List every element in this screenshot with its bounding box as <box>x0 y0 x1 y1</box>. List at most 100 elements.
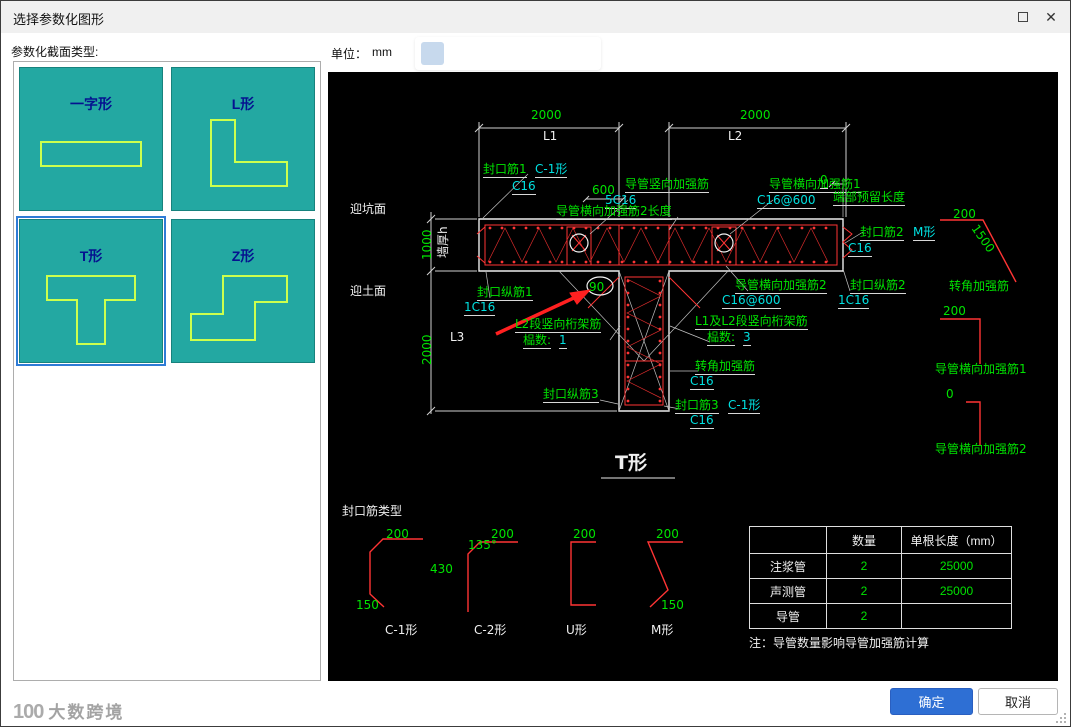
cad-annotation: L1 <box>543 129 558 143</box>
table-cell: 导管 <box>749 603 827 629</box>
cad-annotation: C16@600 <box>722 293 781 309</box>
section-tile-l-xing[interactable]: L形 <box>171 67 315 211</box>
cad-annotation: 135° <box>468 538 497 552</box>
cad-annotation: 1 <box>559 333 567 349</box>
cad-annotation: 转角加强筋 <box>949 279 1010 293</box>
watermark-logo: 100 <box>13 701 44 723</box>
cad-annotation: 导管横向加强筋2 <box>935 442 1027 456</box>
cad-annotation: 200 <box>656 527 679 541</box>
faded-toast-overlay <box>415 37 601 70</box>
window-title: 选择参数化图形 <box>13 12 105 27</box>
cad-annotation: 封口筋1 <box>483 162 527 178</box>
table-cell: 25000 <box>901 553 1012 579</box>
table-header: 单根长度（mm） <box>901 526 1012 554</box>
cad-canvas: 2000 L1 2000 L2 迎坑面 迎土面 1000 墙厚h 2000 L3 封口筋1 C-1形 C… <box>328 72 1058 681</box>
close-button[interactable]: ✕ <box>1037 1 1065 33</box>
cad-annotation: 端部预留长度 <box>833 190 906 206</box>
table-note: 注：导管数量影响导管加强筋计算 <box>749 636 930 650</box>
dialog-window: 选择参数化图形 ✕ 参数化截面类型: 一字形 L形 T形 Z形 单位： mm 2… <box>0 0 1071 727</box>
cad-annotation: L2 <box>728 129 743 143</box>
cad-annotation: L2段竖向桁架筋 <box>515 317 602 333</box>
section-tile-grid: 一字形 L形 T形 Z形 <box>16 67 315 366</box>
cad-annotation: 导管横向加强筋2长度 <box>556 204 672 220</box>
cad-annotation: 转角加强筋 <box>695 359 756 375</box>
table-cell: 2 <box>826 553 902 579</box>
cad-annotation: M形 <box>651 623 674 637</box>
cad-annotation: 2000 <box>531 108 562 122</box>
table-cell: 25000 <box>901 578 1012 604</box>
cad-annotation: C-1形 <box>535 162 568 178</box>
table-cell: 2 <box>826 603 902 629</box>
section-type-label: 参数化截面类型: <box>11 45 99 59</box>
maximize-button[interactable] <box>1009 1 1037 33</box>
cad-annotation: C16@600 <box>757 193 816 209</box>
section-type-panel: 一字形 L形 T形 Z形 <box>13 61 321 681</box>
cad-annotation: 导管横向加强筋2 <box>735 278 827 294</box>
cad-annotation: 150 <box>661 598 684 612</box>
cad-annotation: 0 <box>820 173 828 189</box>
table-cell: 注浆管 <box>749 553 827 579</box>
cad-annotation: 封口纵筋2 <box>850 278 906 294</box>
cad-annotation: 榀数: <box>707 330 736 346</box>
section-tile-yi-zi-xing[interactable]: 一字形 <box>19 67 163 211</box>
tile-label: Z形 <box>231 248 255 264</box>
cad-annotation: L1及L2段竖向桁架筋 <box>695 314 808 330</box>
cad-annotation: C-1形 <box>385 623 418 637</box>
tile-label: T形 <box>79 248 103 264</box>
watermark: 100 大数跨境 <box>13 698 124 724</box>
resize-grip[interactable] <box>1056 713 1067 724</box>
tile-shape-icon <box>46 275 136 345</box>
table-cell: 声测管 <box>749 578 827 604</box>
cad-annotation: 迎土面 <box>350 284 387 298</box>
cad-annotation: 3 <box>743 330 751 346</box>
cad-annotation: 200 <box>386 527 409 541</box>
table-row: 声测管 2 25000 <box>749 578 1012 604</box>
cad-annotation: 1C16 <box>838 293 870 309</box>
tile-shape-icon <box>40 141 142 167</box>
cad-annotation: C16 <box>848 241 872 257</box>
tile-shape-icon <box>190 275 288 341</box>
cad-annotation: 0 <box>946 387 954 401</box>
cad-annotation: 导管横向加强筋1 <box>935 362 1027 376</box>
cad-annotation: L3 <box>450 330 465 344</box>
cad-annotation: 2000 <box>740 108 771 122</box>
table-header <box>749 526 827 554</box>
cancel-button[interactable]: 取消 <box>978 688 1058 715</box>
cad-annotation: T形 <box>615 452 647 474</box>
cad-annotation: 430 <box>430 562 453 576</box>
cad-annotation: C16 <box>690 413 714 429</box>
table-row: 导管 2 <box>749 603 1012 629</box>
tile-label: L形 <box>231 96 255 112</box>
maximize-icon <box>1018 12 1028 22</box>
table-header: 数量 <box>826 526 902 554</box>
ok-button[interactable]: 确定 <box>890 688 973 715</box>
cad-annotation: 封口纵筋1 <box>477 285 533 301</box>
cad-annotation: 导管竖向加强筋 <box>625 177 710 193</box>
table-row: 注浆管 2 25000 <box>749 553 1012 579</box>
cad-annotation: 2000 <box>420 334 434 365</box>
cad-annotation: 1C16 <box>464 300 496 316</box>
cad-annotation: M形 <box>913 225 936 241</box>
cad-annotation: 榀数: <box>523 333 552 349</box>
unit-label: 单位： <box>331 47 368 61</box>
cad-annotation: 迎坑面 <box>350 202 387 216</box>
cad-annotation: 200 <box>953 207 976 221</box>
section-tile-t-xing[interactable]: T形 <box>16 216 166 366</box>
cad-annotation: 150 <box>356 598 379 612</box>
table-cell <box>901 603 1012 629</box>
tile-label: 一字形 <box>70 96 112 112</box>
pipe-quantity-table: 数量 单根长度（mm） 注浆管 2 25000 声测管 2 25000 导管 2 <box>749 526 1012 629</box>
tile-shape-icon <box>210 119 288 187</box>
cad-annotation: 封口筋2 <box>860 225 904 241</box>
table-cell: 2 <box>826 578 902 604</box>
cad-annotation: 封口筋类型 <box>342 504 403 518</box>
cad-annotation: 90 <box>589 280 605 294</box>
cad-annotation: C-1形 <box>728 398 761 414</box>
cad-annotation: 200 <box>943 304 966 318</box>
unit-value: mm <box>372 45 392 59</box>
cad-annotation: U形 <box>566 623 587 637</box>
cad-annotation: 200 <box>573 527 596 541</box>
section-tile-z-xing[interactable]: Z形 <box>171 219 315 363</box>
cad-annotation: 封口纵筋3 <box>543 387 599 403</box>
title-bar[interactable]: 选择参数化图形 ✕ <box>1 1 1070 33</box>
